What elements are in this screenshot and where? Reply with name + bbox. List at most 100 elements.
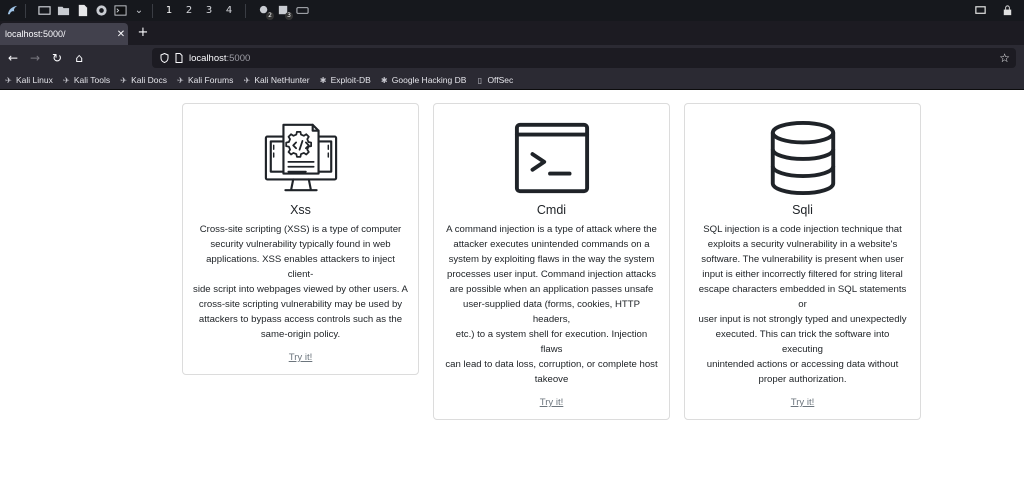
sqli-card: Sqli SQL injection is a code injection t… [684, 103, 921, 420]
lock-icon[interactable] [1000, 4, 1014, 18]
bookmark-label: Google Hacking DB [391, 75, 467, 85]
description-line: etc.) to a system shell for execution. I… [455, 329, 648, 355]
description-line: can lead to data loss, corruption, or co… [445, 359, 658, 370]
description-line: processes user input. Command injection … [446, 269, 657, 280]
description-line: escape characters embedded in SQL statem… [698, 284, 907, 310]
bookmark-label: Kali Docs [131, 75, 167, 85]
description-line: software. The vulnerability is present w… [701, 254, 904, 265]
bookmark-google-hacking-db[interactable]: ✱ Google Hacking DB [380, 75, 467, 85]
description-line: unintended actions or accessing data wit… [706, 359, 899, 370]
system-panel: ⌄ 1 2 3 4 2 3 [0, 0, 1024, 21]
window-count-badge: 2 [266, 11, 274, 20]
description-line: system by exploiting flaws in the way th… [448, 254, 655, 265]
bookmark-kali-tools[interactable]: ✈ Kali Tools [62, 75, 110, 85]
card-description: Cross-site scripting (XSS) is a type of … [183, 222, 418, 342]
description-line: attacker executes unintended commands on… [453, 239, 650, 250]
description-line: takeove [534, 374, 569, 385]
panel-separator [152, 3, 153, 18]
bookmarks-toolbar: ✈ Kali Linux ✈ Kali Tools ✈ Kali Docs ✈ Kali… [0, 71, 1024, 90]
window-button-icon[interactable]: 3 [276, 4, 293, 20]
spider-icon: ✱ [319, 75, 327, 85]
kali-dragon-icon: ✈ [243, 75, 251, 85]
computer-code-icon [264, 123, 337, 192]
forward-arrow-icon[interactable]: → [26, 49, 44, 67]
try-it-link-xss[interactable]: Try it! [289, 352, 313, 363]
keyboard-icon[interactable] [295, 4, 309, 18]
description-line: exploits a security vulnerability in a w… [707, 239, 898, 250]
description-line: same-origin policy. [260, 329, 341, 340]
bookmark-kali-docs[interactable]: ✈ Kali Docs [119, 75, 167, 85]
display-icon[interactable] [973, 4, 987, 18]
workspace-4[interactable]: 4 [219, 5, 239, 16]
tab-localhost[interactable]: localhost:5000/ ✕ [0, 23, 128, 45]
description-line: input is either incorrectly filtered for… [702, 269, 903, 280]
bookmark-kali-nethunter[interactable]: ✈ Kali NetHunter [242, 75, 309, 85]
firefox-icon[interactable] [94, 4, 108, 18]
description-line: A command injection is a type of attack … [446, 224, 657, 235]
card-title: Xss [290, 203, 311, 217]
bookmark-label: Kali NetHunter [254, 75, 310, 85]
description-line: are possible when an application passes … [449, 284, 654, 295]
bookmark-label: Exploit-DB [330, 75, 371, 85]
kali-menu-icon[interactable] [5, 4, 19, 18]
description-line: proper authorization. [758, 374, 847, 385]
workspace-1[interactable]: 1 [159, 5, 179, 16]
description-line: security vulnerability typically found i… [210, 239, 391, 250]
description-line: SQL injection is a code injection techni… [703, 224, 902, 235]
home-icon[interactable]: ⌂ [70, 49, 88, 67]
navigation-bar: ← → ↻ ⌂ localhost:5000 ☆ [0, 45, 1024, 71]
try-it-link-cmdi[interactable]: Try it! [540, 397, 564, 408]
card-title: Sqli [792, 203, 813, 217]
address-bar[interactable]: localhost:5000 ☆ [152, 48, 1016, 68]
chevron-down-icon[interactable]: ⌄ [132, 4, 146, 18]
bookmark-kali-forums[interactable]: ✈ Kali Forums [176, 75, 233, 85]
window-button-icon[interactable]: 2 [257, 4, 274, 20]
back-arrow-icon[interactable]: ← [4, 49, 22, 67]
bookmark-label: OffSec [487, 75, 514, 85]
bookmark-offsec[interactable]: ▯ OffSec [475, 75, 514, 85]
bookmark-label: Kali Linux [16, 75, 53, 85]
page-content: Xss Cross-site scripting (XSS) is a type… [0, 90, 1024, 492]
description-line: user-supplied data (forms, cookies, HTTP… [462, 299, 641, 325]
panel-separator [245, 3, 246, 18]
bookmark-exploit-db[interactable]: ✱ Exploit-DB [319, 75, 371, 85]
workspace-3[interactable]: 3 [199, 5, 219, 16]
description-line: applications. XSS enables attackers to i… [206, 254, 395, 280]
shield-icon[interactable] [160, 53, 169, 63]
card-title: Cmdi [536, 203, 567, 217]
browser-tab-strip: localhost:5000/ ✕ + [0, 21, 1024, 45]
file-manager-icon[interactable] [56, 4, 70, 18]
terminal-launcher-icon[interactable] [113, 4, 127, 18]
description-line: cross-site scripting vulnerability may b… [198, 299, 403, 310]
panel-separator [25, 3, 26, 18]
tab-title: localhost:5000/ [5, 29, 66, 39]
workspace-2[interactable]: 2 [179, 5, 199, 16]
page-icon[interactable] [175, 53, 183, 63]
window-count-badge: 3 [285, 11, 293, 20]
desktop-icon[interactable] [37, 4, 51, 18]
description-line: side script into webpages viewed by othe… [193, 284, 408, 295]
card-description: A command injection is a type of attack … [434, 222, 669, 387]
bookmark-label: Kali Tools [73, 75, 111, 85]
description-line: attackers to bypass access controls such… [198, 314, 403, 325]
url-port: :5000 [226, 52, 251, 64]
try-it-link-sqli[interactable]: Try it! [791, 397, 815, 408]
bookmark-star-icon[interactable]: ☆ [999, 51, 1010, 65]
close-icon[interactable]: ✕ [114, 29, 128, 40]
bookmark-kali-linux[interactable]: ✈ Kali Linux [4, 75, 53, 85]
terminal-icon [514, 122, 589, 194]
spider-icon: ✱ [380, 75, 388, 85]
kali-dragon-icon: ✈ [120, 75, 127, 85]
text-editor-icon[interactable] [75, 4, 89, 18]
card-description: SQL injection is a code injection techni… [685, 222, 920, 387]
url-host: localhost [189, 52, 227, 64]
xss-card: Xss Cross-site scripting (XSS) is a type… [182, 103, 419, 375]
bookmark-label: Kali Forums [188, 75, 234, 85]
new-tab-icon[interactable]: + [136, 25, 150, 40]
kali-dragon-icon: ✈ [63, 75, 70, 85]
reload-icon[interactable]: ↻ [48, 49, 66, 67]
cmdi-card: Cmdi A command injection is a type of at… [433, 103, 670, 420]
description-line: Cross-site scripting (XSS) is a type of … [199, 224, 402, 235]
kali-dragon-icon: ✈ [177, 75, 184, 85]
description-line: user input is not strongly typed and une… [698, 314, 907, 325]
